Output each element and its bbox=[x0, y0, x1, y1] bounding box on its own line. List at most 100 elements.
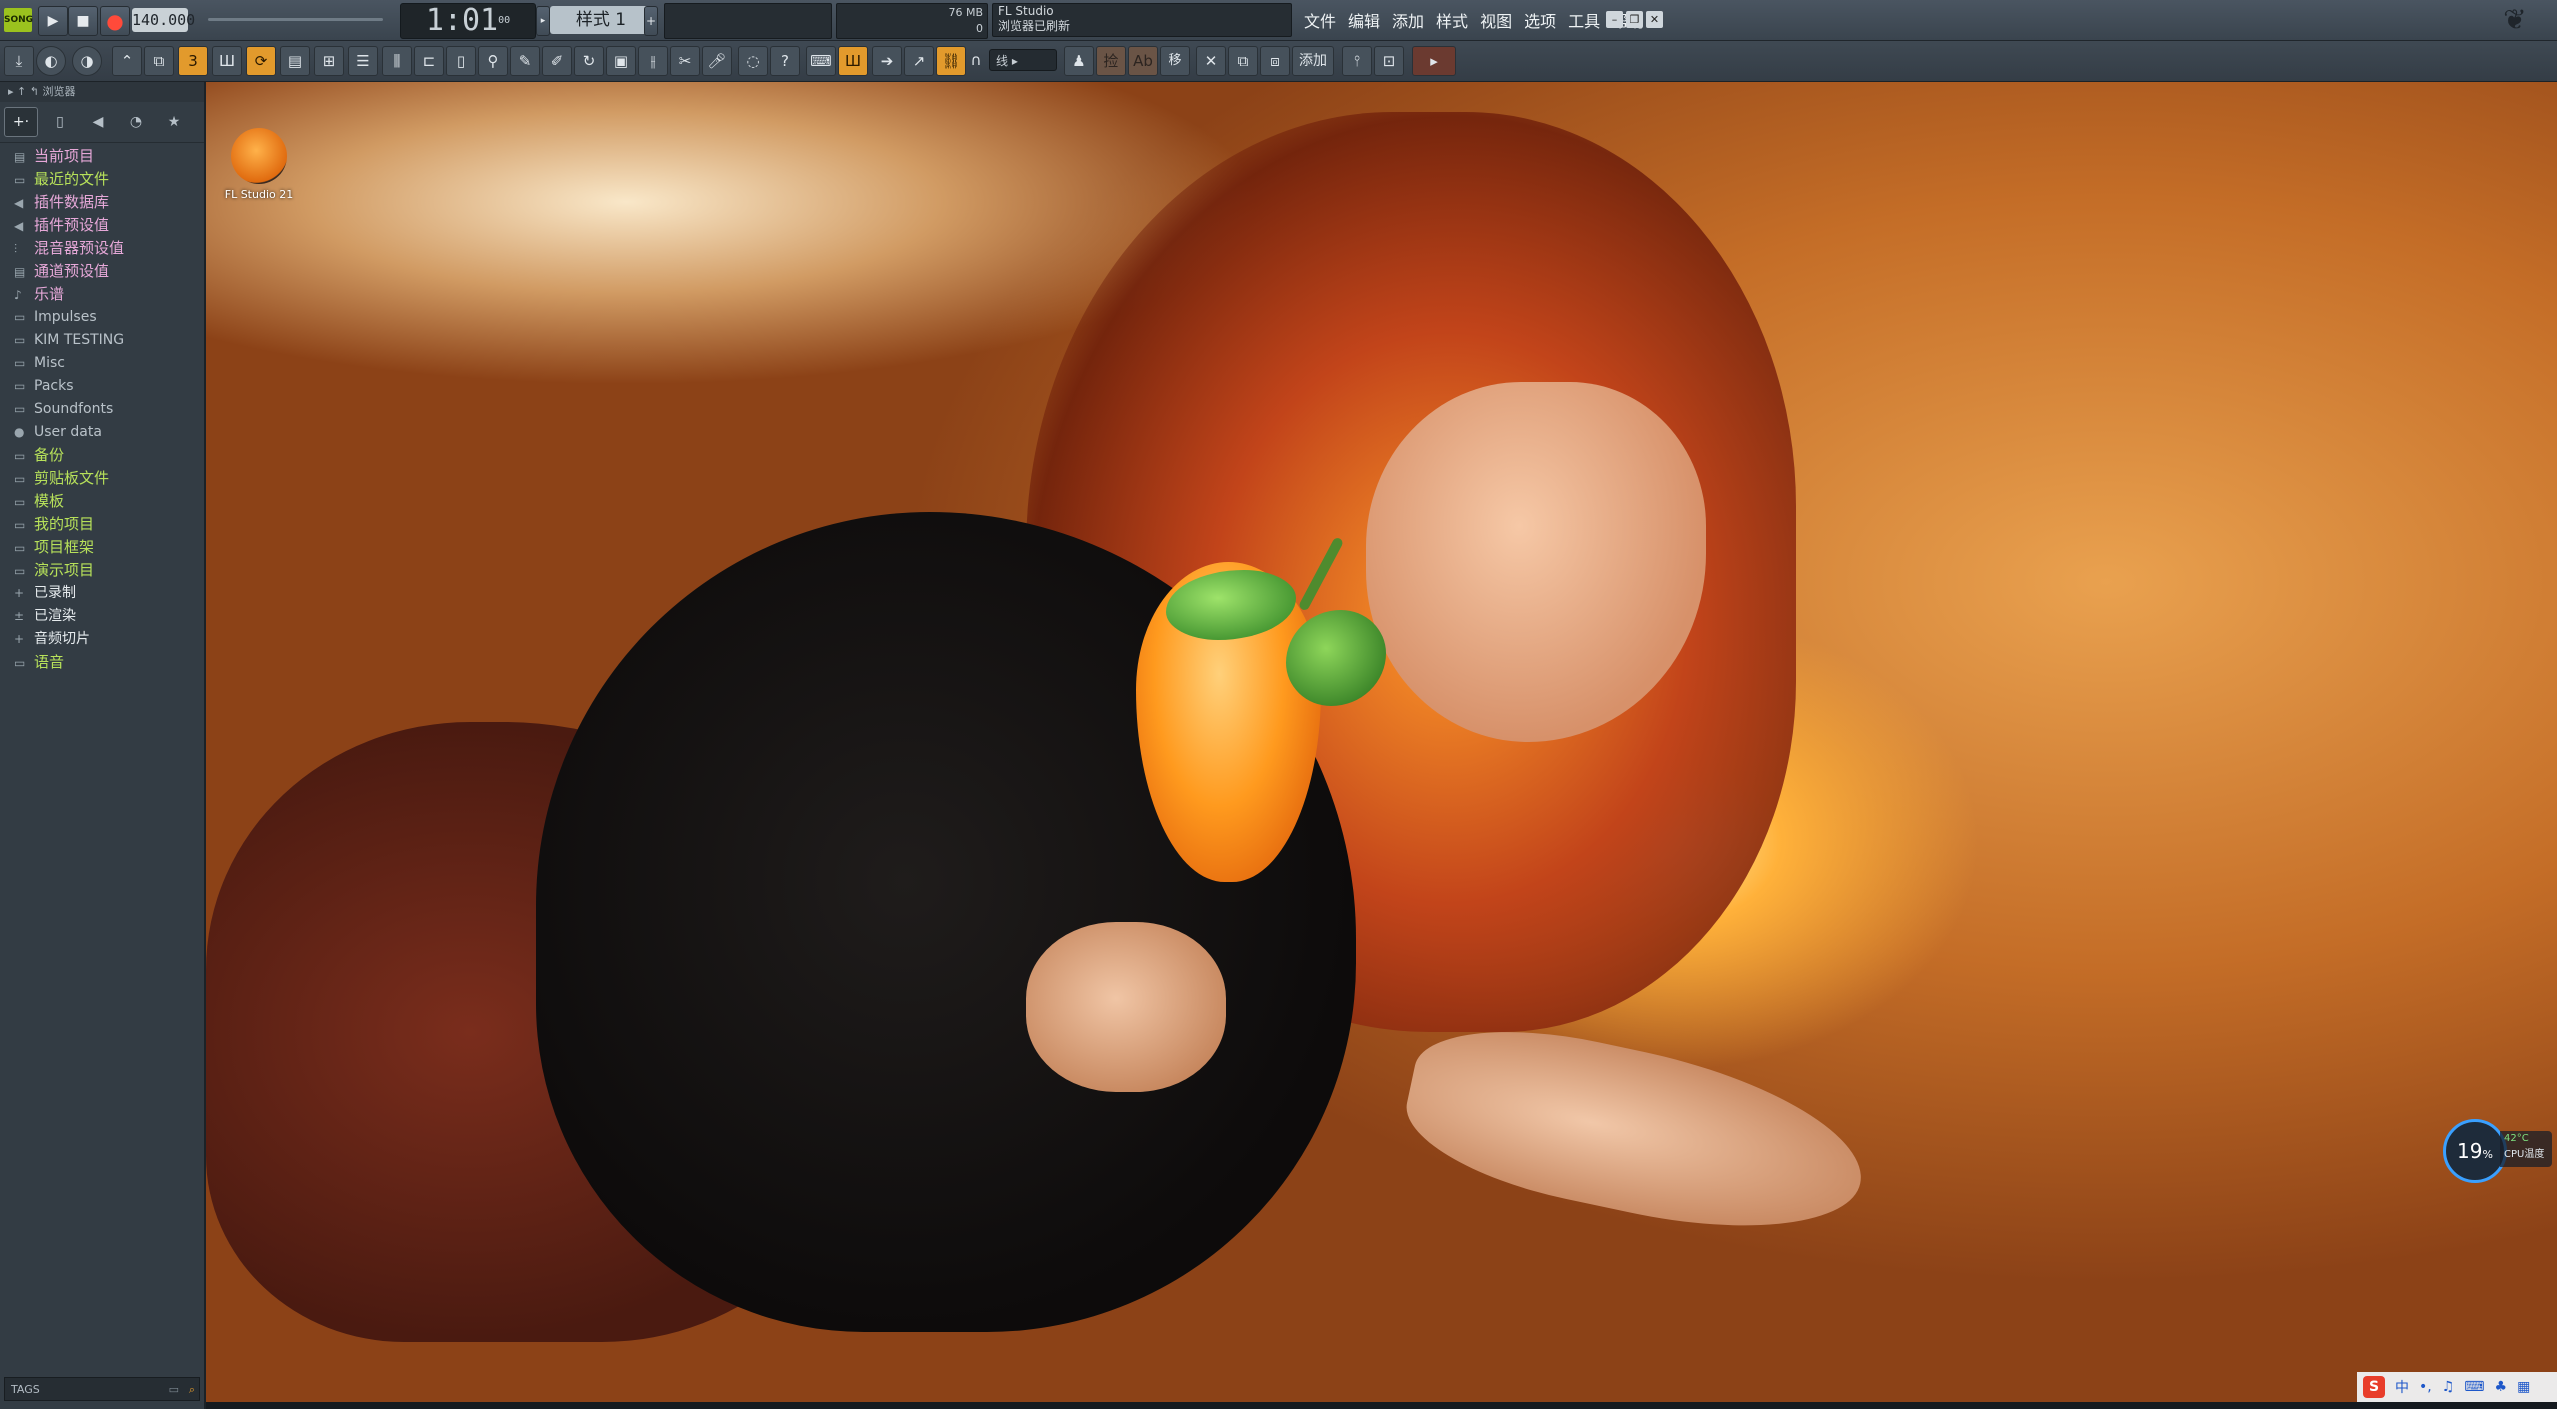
search-icon[interactable]: ⌕ bbox=[189, 1378, 195, 1402]
browser-item[interactable]: ▭ Impulses bbox=[0, 306, 204, 329]
audio-mode-icon[interactable]: Ab bbox=[1128, 46, 1158, 76]
browser-item[interactable]: ▭ 项目框架 bbox=[0, 536, 204, 559]
tab-sounds-icon[interactable]: ◔ bbox=[120, 108, 152, 136]
mixer-icon[interactable]: ⫼ bbox=[382, 46, 412, 76]
skin-icon[interactable]: ♣ bbox=[2495, 1379, 2508, 1395]
browser-item[interactable]: ● User data bbox=[0, 421, 204, 444]
link-icon[interactable]: ⛓ bbox=[936, 46, 966, 76]
browser-item[interactable]: + 音频切片 bbox=[0, 628, 204, 651]
browser-item[interactable]: ▭ 模板 bbox=[0, 490, 204, 513]
move-button[interactable]: 移 bbox=[1160, 46, 1190, 76]
browser-item[interactable]: ⫶ 混音器预设值 bbox=[0, 237, 204, 260]
menu-options[interactable]: 选项 bbox=[1518, 8, 1562, 32]
browser-item[interactable]: ± 已渲染 bbox=[0, 605, 204, 628]
step-seq-icon[interactable]: Ш bbox=[838, 46, 868, 76]
metronome-icon[interactable]: ⌃ bbox=[112, 46, 142, 76]
wrench-icon[interactable]: ✎ bbox=[510, 46, 540, 76]
refresh-icon[interactable]: ↻ bbox=[574, 46, 604, 76]
pattern-selector[interactable]: 样式 1 bbox=[550, 6, 652, 34]
browser-item[interactable]: ▭ 备份 bbox=[0, 444, 204, 467]
menu-edit[interactable]: 编辑 bbox=[1342, 8, 1386, 32]
shop-icon[interactable]: ⊡ bbox=[1374, 46, 1404, 76]
record-icon[interactable]: ● bbox=[100, 6, 130, 36]
magnet-icon[interactable]: ∩ bbox=[968, 46, 984, 74]
browser-item[interactable]: + 已录制 bbox=[0, 582, 204, 605]
menu-add[interactable]: 添加 bbox=[1386, 8, 1430, 32]
tags-field[interactable]: TAGS ▭ ⌕ bbox=[4, 1377, 200, 1401]
tab-all-icon[interactable]: +· bbox=[4, 107, 38, 137]
pattern-prev-icon[interactable]: ▸ bbox=[536, 6, 550, 36]
tab-plugins-icon[interactable]: ◀ bbox=[82, 108, 114, 136]
stop-icon[interactable]: ■ bbox=[68, 6, 98, 36]
browser-item[interactable]: ▤ 通道预设值 bbox=[0, 260, 204, 283]
sogou-ime-icon[interactable]: S bbox=[2363, 1376, 2385, 1398]
pattern-mode-icon[interactable]: 捡 bbox=[1096, 46, 1126, 76]
file-icon[interactable]: ▯ bbox=[446, 46, 476, 76]
tuner-icon[interactable]: ⫯ bbox=[1342, 46, 1372, 76]
tempo-display[interactable]: 140.000 bbox=[132, 8, 195, 32]
menu-tools[interactable]: 工具 bbox=[1562, 8, 1606, 32]
tab-starred-icon[interactable]: ★ bbox=[158, 108, 190, 136]
master-volume-slider[interactable] bbox=[208, 18, 383, 21]
browser-item[interactable]: ▭ 演示项目 bbox=[0, 559, 204, 582]
menu-view[interactable]: 视图 bbox=[1474, 8, 1518, 32]
browser-item[interactable]: ◀ 插件预设值 bbox=[0, 214, 204, 237]
browser-item[interactable]: ▭ Soundfonts bbox=[0, 398, 204, 421]
arrow-right-icon[interactable]: ➔ bbox=[872, 46, 902, 76]
browser-item[interactable]: ▭ Misc bbox=[0, 352, 204, 375]
browser-item[interactable]: ▭ 我的项目 bbox=[0, 513, 204, 536]
play-icon[interactable]: ▶ bbox=[38, 6, 68, 36]
chat-icon[interactable]: ◌ bbox=[738, 46, 768, 76]
slide-icon[interactable]: ↗ bbox=[904, 46, 934, 76]
playlist-icon[interactable]: ▤ bbox=[280, 46, 310, 76]
browser-item[interactable]: ▭ 剪贴板文件 bbox=[0, 467, 204, 490]
help-icon[interactable]: ? bbox=[770, 46, 800, 76]
browser-item[interactable]: ▭ 语音 bbox=[0, 651, 204, 674]
folder-icon[interactable]: ▭ bbox=[169, 1378, 179, 1402]
paste-icon[interactable]: ⧈ bbox=[1260, 46, 1290, 76]
close-icon[interactable]: ✕ bbox=[1646, 11, 1663, 28]
brush-icon[interactable]: ✐ bbox=[542, 46, 572, 76]
channel-rack-icon[interactable]: ☰ bbox=[348, 46, 378, 76]
menu-file[interactable]: 文件 bbox=[1298, 8, 1342, 32]
microphone-icon[interactable]: ♫ bbox=[2442, 1379, 2455, 1395]
piano-roll-icon[interactable]: ⊞ bbox=[314, 46, 344, 76]
countdown-icon[interactable]: 3 bbox=[178, 46, 208, 76]
grid-icon[interactable]: ▦ bbox=[2517, 1379, 2530, 1395]
browser-item[interactable]: ▭ Packs bbox=[0, 375, 204, 398]
loop-record-icon[interactable]: ⟳ bbox=[246, 46, 276, 76]
plugin-icon[interactable]: ⚲ bbox=[478, 46, 508, 76]
wait-input-icon[interactable]: ⧉ bbox=[144, 46, 174, 76]
browser-item[interactable]: ▭ 最近的文件 bbox=[0, 168, 204, 191]
microphone-icon[interactable]: 🎤︎ bbox=[702, 46, 732, 76]
save-icon[interactable]: ▣ bbox=[606, 46, 636, 76]
browser-item[interactable]: ◀ 插件数据库 bbox=[0, 191, 204, 214]
cpu-usage-gauge[interactable]: 19% bbox=[2443, 1119, 2507, 1183]
add-button[interactable]: 添加 bbox=[1292, 46, 1334, 76]
menu-patterns[interactable]: 样式 bbox=[1430, 8, 1474, 32]
keyboard-icon[interactable]: ⌨ bbox=[2464, 1379, 2484, 1395]
desktop-shortcut-fl-studio[interactable]: FL Studio 21 bbox=[224, 128, 294, 201]
split-icon[interactable]: ⫲ bbox=[638, 46, 668, 76]
pitch-knob-icon[interactable]: ◑ bbox=[72, 46, 102, 76]
song-mode-button[interactable]: SONG bbox=[4, 8, 33, 32]
browser-item[interactable]: ▭ KIM TESTING bbox=[0, 329, 204, 352]
punctuation-icon[interactable]: •, bbox=[2419, 1379, 2432, 1395]
pattern-add-icon[interactable]: + bbox=[644, 6, 658, 36]
minimize-icon[interactable]: – bbox=[1606, 11, 1623, 28]
project-tree-icon[interactable]: ⊏ bbox=[414, 46, 444, 76]
delete-icon[interactable]: ✕ bbox=[1196, 46, 1226, 76]
ime-language[interactable]: 中 bbox=[2395, 1377, 2409, 1397]
browser-item[interactable]: ♪ 乐谱 bbox=[0, 283, 204, 306]
cut-icon[interactable]: ✂ bbox=[670, 46, 700, 76]
stamp-icon[interactable]: ♟ bbox=[1064, 46, 1094, 76]
color-swatch-icon[interactable]: ▸ bbox=[1412, 46, 1456, 76]
restore-icon[interactable]: ❐ bbox=[1626, 11, 1643, 28]
snap-selector[interactable]: 线 ▸ bbox=[989, 49, 1057, 71]
tab-project-icon[interactable]: ▯ bbox=[44, 108, 76, 136]
step-edit-icon[interactable]: Ш bbox=[212, 46, 242, 76]
browser-item[interactable]: ▤ 当前项目 bbox=[0, 145, 204, 168]
download-icon[interactable]: ⤓ bbox=[4, 46, 34, 76]
typing-keyboard-icon[interactable]: ⌨ bbox=[806, 46, 836, 76]
knob-icon[interactable]: ◐ bbox=[36, 46, 66, 76]
